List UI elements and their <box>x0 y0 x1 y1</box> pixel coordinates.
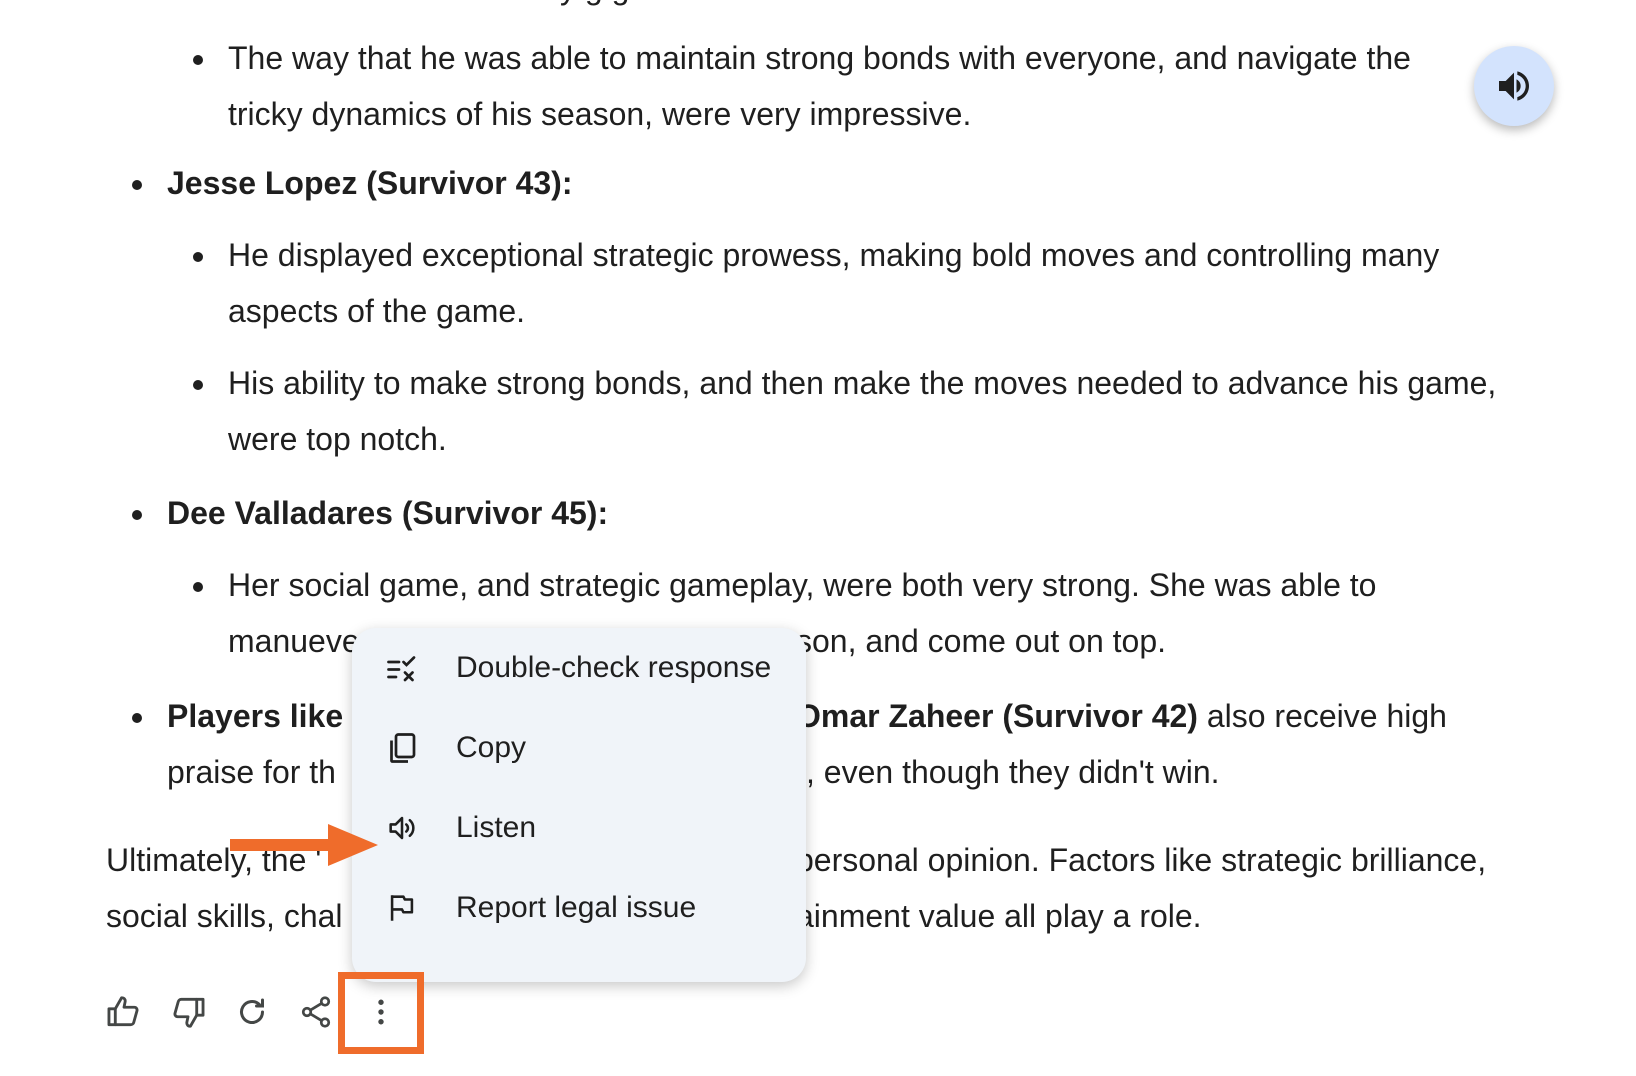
list-item-text: The way that he was able to maintain str… <box>228 40 1411 76</box>
list-item-text: tricky dynamics of his season, were very… <box>228 96 972 132</box>
paragraph-text: ainment value all play a role. <box>796 898 1202 934</box>
list-item-text: His ability to make strong bonds, and th… <box>228 365 1497 401</box>
list-item-text: aspects of the game. <box>228 293 526 329</box>
list-item-text: also receive high <box>1197 698 1447 734</box>
list-item-heading: Players like <box>167 698 344 734</box>
bullet <box>193 582 203 592</box>
menu-item-report-legal-issue[interactable]: Report legal issue <box>352 868 806 948</box>
list-item-text: praise for th <box>167 754 336 790</box>
bullet <box>132 180 142 190</box>
cropped-text-line: y g g <box>560 0 629 16</box>
highlight-annotation-box <box>338 972 424 1054</box>
list-item-text: son, and come out on top. <box>796 623 1167 659</box>
list-item-text: , even though they didn't win. <box>806 754 1220 790</box>
player-name: Omar Zaheer (Survivor 42) <box>796 698 1198 734</box>
arrow-annotation-icon <box>230 824 378 866</box>
bullet <box>193 380 203 390</box>
speaker-icon <box>1499 71 1529 101</box>
menu-item-copy[interactable]: Copy <box>352 708 806 788</box>
share-icon[interactable] <box>294 990 338 1034</box>
speaker-icon <box>382 808 422 848</box>
paragraph-text: social skills, chal <box>106 898 343 934</box>
flag-icon <box>382 888 422 928</box>
chat-response-page: y g g The way that he was able to mainta… <box>0 0 1636 1076</box>
list-item-text: Omar Zaheer (Survivor 42) also receive h… <box>796 688 1447 744</box>
bullet <box>132 510 142 520</box>
list-item-heading: Dee Valladares (Survivor 45): <box>167 495 609 531</box>
listen-fab-button[interactable] <box>1474 46 1554 126</box>
list-item-text: manueve <box>228 623 360 659</box>
list-item-heading: Jesse Lopez (Survivor 43): <box>167 165 573 201</box>
response-options-menu: Double-check response Copy Listen Report… <box>352 628 806 982</box>
double-check-icon <box>382 648 422 688</box>
menu-item-label: Listen <box>456 811 537 844</box>
menu-item-label: Report legal issue <box>456 891 697 924</box>
menu-item-label: Double-check response <box>456 651 772 684</box>
bullet <box>132 713 142 723</box>
thumbs-down-icon[interactable] <box>166 990 210 1034</box>
bullet <box>193 55 203 65</box>
paragraph-text: personal opinion. Factors like strategic… <box>796 842 1487 878</box>
menu-item-label: Copy <box>456 731 527 764</box>
bullet <box>193 252 203 262</box>
regenerate-icon[interactable] <box>230 990 274 1034</box>
list-item-text: were top notch. <box>228 421 447 457</box>
copy-icon <box>382 728 422 768</box>
list-item-text: Her social game, and strategic gameplay,… <box>228 567 1377 603</box>
menu-item-double-check[interactable]: Double-check response <box>352 628 806 708</box>
list-item-text: He displayed exceptional strategic prowe… <box>228 237 1440 273</box>
menu-item-listen[interactable]: Listen <box>352 788 806 868</box>
thumbs-up-icon[interactable] <box>102 990 146 1034</box>
